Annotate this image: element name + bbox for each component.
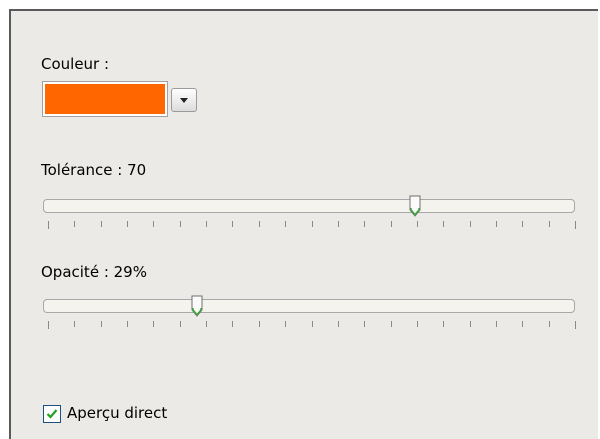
slider-tick (575, 321, 576, 329)
slider-tick (153, 321, 155, 327)
tolerance-slider[interactable] (43, 195, 576, 235)
color-dropdown-button[interactable] (171, 88, 197, 112)
color-swatch-frame[interactable] (42, 81, 168, 117)
live-preview-checkbox[interactable] (43, 405, 61, 423)
slider-tick (390, 321, 392, 327)
slider-tick (495, 221, 497, 227)
opacity-slider[interactable] (43, 295, 576, 335)
live-preview-label: Aperçu direct (67, 404, 168, 422)
opacity-slider-ticks (48, 321, 576, 331)
slider-tick (127, 321, 129, 327)
slider-tick (522, 221, 524, 227)
color-label: Couleur : (41, 55, 110, 73)
slider-tick (522, 321, 524, 327)
slider-tick (74, 221, 76, 227)
slider-tick (258, 321, 260, 327)
slider-tick (337, 321, 339, 327)
slider-tick (48, 221, 49, 229)
tolerance-slider-thumb[interactable] (409, 195, 421, 217)
slider-tick (100, 321, 102, 327)
slider-tick (232, 321, 234, 327)
slider-tick (469, 221, 471, 227)
slider-tick (100, 221, 102, 227)
chevron-down-icon (180, 98, 188, 103)
settings-panel: Couleur : Tolérance : 70 Opacité : 29% A… (9, 9, 598, 439)
slider-tick (548, 321, 550, 327)
tolerance-slider-ticks (48, 221, 576, 231)
slider-tick (469, 321, 471, 327)
color-swatch[interactable] (45, 84, 165, 114)
slider-tick (48, 321, 49, 329)
slider-tick (443, 321, 445, 327)
slider-tick (285, 221, 287, 227)
slider-tick (390, 221, 392, 227)
slider-tick (74, 321, 76, 327)
slider-tick (311, 221, 313, 227)
slider-tick (127, 221, 129, 227)
slider-tick (364, 221, 366, 227)
slider-tick (337, 221, 339, 227)
tolerance-label: Tolérance : 70 (41, 161, 147, 179)
opacity-slider-thumb[interactable] (191, 295, 203, 317)
slider-tick (206, 321, 208, 327)
slider-tick (416, 321, 418, 327)
slider-tick (258, 221, 260, 227)
slider-tick (443, 221, 445, 227)
slider-tick (179, 321, 181, 327)
opacity-slider-track[interactable] (43, 299, 575, 313)
slider-tick (232, 221, 234, 227)
slider-tick (153, 221, 155, 227)
slider-tick (311, 321, 313, 327)
slider-tick (548, 221, 550, 227)
slider-tick (364, 321, 366, 327)
color-picker[interactable] (42, 81, 204, 127)
tolerance-slider-track[interactable] (43, 199, 575, 213)
slider-tick (416, 221, 418, 227)
slider-tick (179, 221, 181, 227)
checkmark-icon (46, 409, 58, 419)
slider-tick (206, 221, 208, 227)
opacity-label: Opacité : 29% (41, 263, 147, 281)
slider-tick (285, 321, 287, 327)
slider-tick (495, 321, 497, 327)
slider-tick (575, 221, 576, 229)
